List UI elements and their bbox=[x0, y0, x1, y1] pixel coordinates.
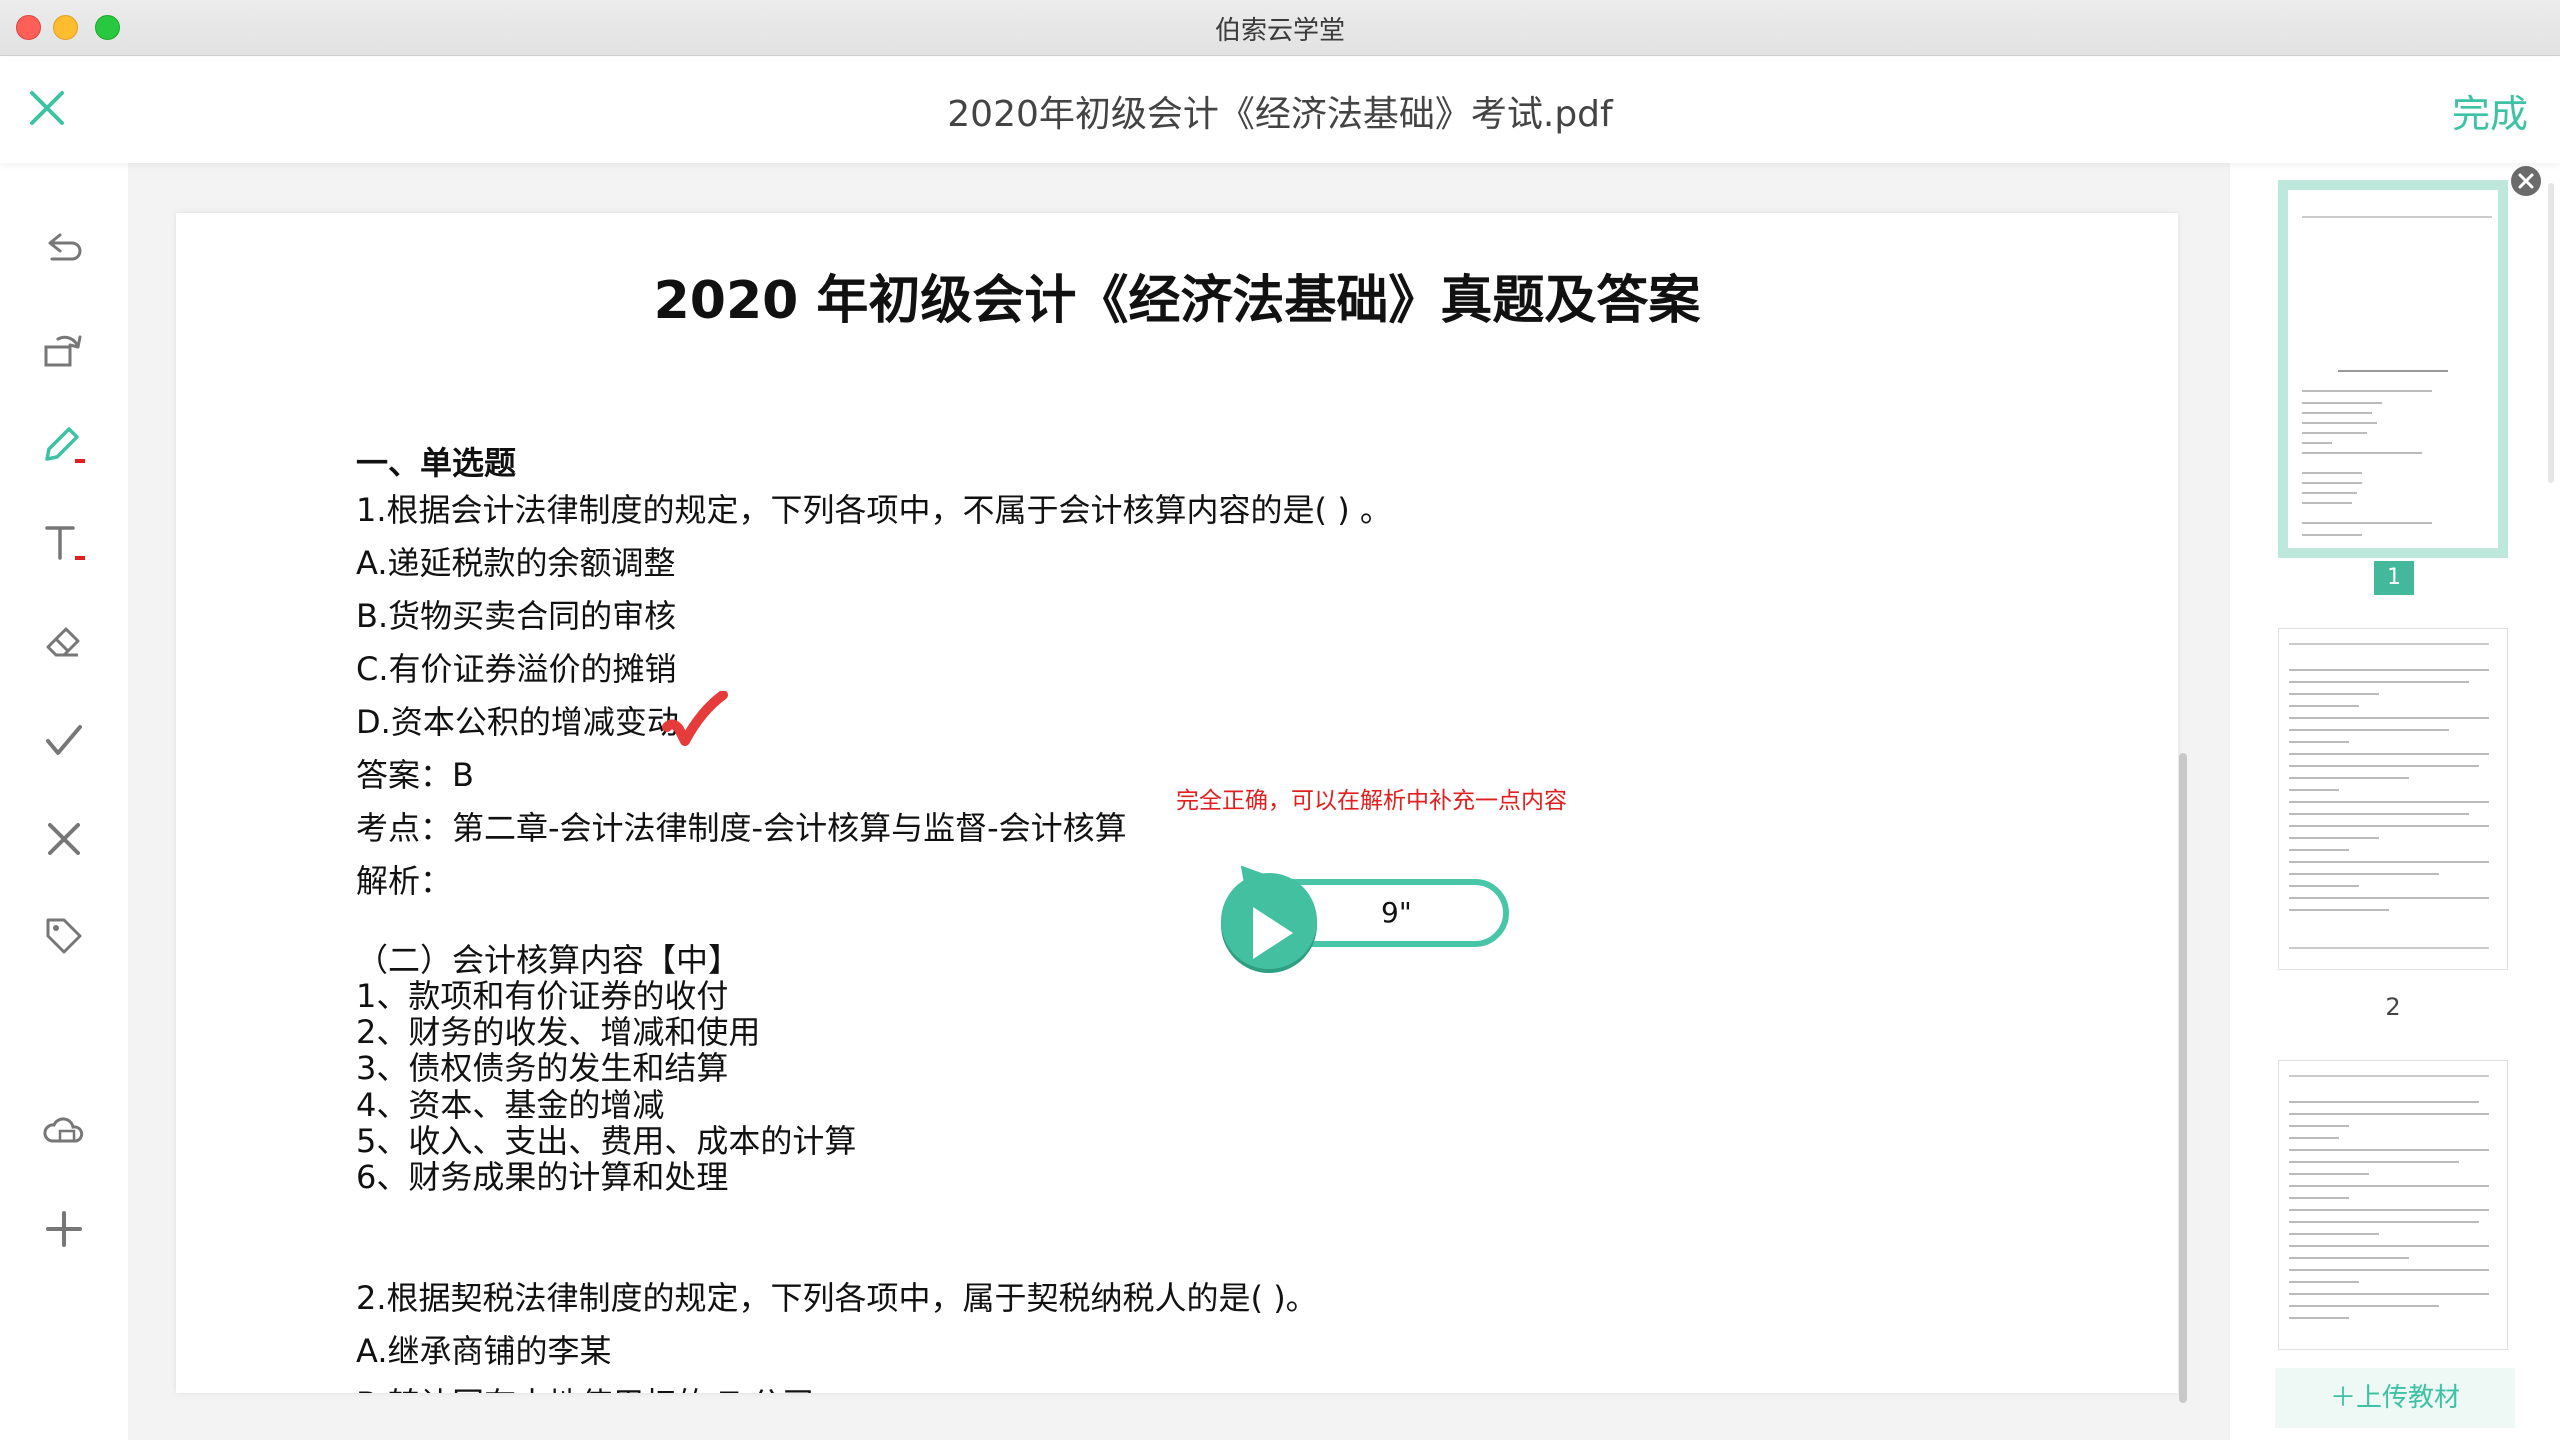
cloud-icon[interactable] bbox=[36, 1103, 92, 1159]
thumbnail-scrollbar[interactable] bbox=[2548, 183, 2554, 483]
pen-icon[interactable] bbox=[36, 418, 92, 474]
thumbnail-page-badge: 1 bbox=[2374, 561, 2414, 595]
rotate-icon[interactable] bbox=[36, 321, 92, 377]
document-title: 2020年初级会计《经济法基础》考试.pdf bbox=[947, 94, 1613, 135]
answer: 答案：B bbox=[356, 756, 474, 794]
option-b: B.转让国有土地使用权的 Z 公司 bbox=[356, 1379, 814, 1393]
done-button[interactable]: 完成 bbox=[2452, 83, 2528, 138]
section-heading: 一、单选题 bbox=[356, 444, 517, 482]
option-c: C.有价证券溢价的摊销 bbox=[356, 650, 677, 688]
cross-icon[interactable] bbox=[36, 811, 92, 867]
text-icon[interactable] bbox=[36, 515, 92, 571]
thumbnail-page-3[interactable] bbox=[2278, 1060, 2508, 1350]
pdf-page[interactable]: 2020 年初级会计《经济法基础》真题及答案 一、单选题 1.根据会计法律制度的… bbox=[176, 213, 2178, 1393]
checkmark-annotation-icon[interactable] bbox=[661, 690, 731, 761]
thumbnail-page-2[interactable] bbox=[2278, 628, 2508, 970]
thumbnail-panel: 1 2 ＋上传教材 bbox=[2230, 163, 2560, 1440]
analysis-label: 解析： bbox=[356, 862, 453, 900]
tag-icon[interactable] bbox=[36, 908, 92, 964]
upload-material-button[interactable]: ＋上传教材 bbox=[2275, 1368, 2515, 1428]
annotation-toolbar bbox=[0, 163, 128, 1440]
plus-icon[interactable] bbox=[36, 1201, 92, 1257]
list-item: 6、财务成果的计算和处理 bbox=[356, 1158, 729, 1196]
document-header: 2020年初级会计《经济法基础》考试.pdf 完成 bbox=[0, 57, 2560, 163]
check-icon[interactable] bbox=[36, 713, 92, 769]
undo-icon[interactable] bbox=[36, 223, 92, 279]
option-a: A.继承商铺的李某 bbox=[356, 1332, 612, 1370]
voice-note-duration: 9" bbox=[1381, 896, 1412, 929]
question-2: 2.根据契税法律制度的规定，下列各项中，属于契税纳税人的是( )。 bbox=[356, 1279, 1318, 1317]
option-a: A.递延税款的余额调整 bbox=[356, 544, 676, 582]
option-b: B.货物买卖合同的审核 bbox=[356, 597, 677, 635]
teacher-comment[interactable]: 完全正确，可以在解析中补充一点内容 bbox=[1176, 781, 1567, 815]
vertical-scrollbar[interactable] bbox=[2179, 753, 2187, 1403]
play-icon[interactable] bbox=[1221, 873, 1317, 969]
remove-thumbnail-icon[interactable] bbox=[2508, 163, 2544, 199]
question-1: 1.根据会计法律制度的规定，下列各项中，不属于会计核算内容的是( ) 。 bbox=[356, 491, 1392, 529]
thumbnail-page-number: 2 bbox=[2385, 993, 2401, 1021]
pdf-title: 2020 年初级会计《经济法基础》真题及答案 bbox=[653, 271, 1701, 331]
voice-note-button[interactable]: 9" bbox=[1221, 851, 1521, 981]
app-title: 伯索云学堂 bbox=[1214, 16, 1345, 46]
document-viewer[interactable]: 2020 年初级会计《经济法基础》真题及答案 一、单选题 1.根据会计法律制度的… bbox=[128, 163, 2230, 1440]
option-d: D.资本公积的增减变动 bbox=[356, 703, 679, 741]
thumbnail-page-1[interactable] bbox=[2278, 180, 2508, 558]
eraser-icon[interactable] bbox=[36, 615, 92, 671]
window-titlebar: 伯索云学堂 bbox=[0, 0, 2560, 56]
exam-point: 考点：第二章-会计法律制度-会计核算与监督-会计核算 bbox=[356, 809, 1127, 847]
